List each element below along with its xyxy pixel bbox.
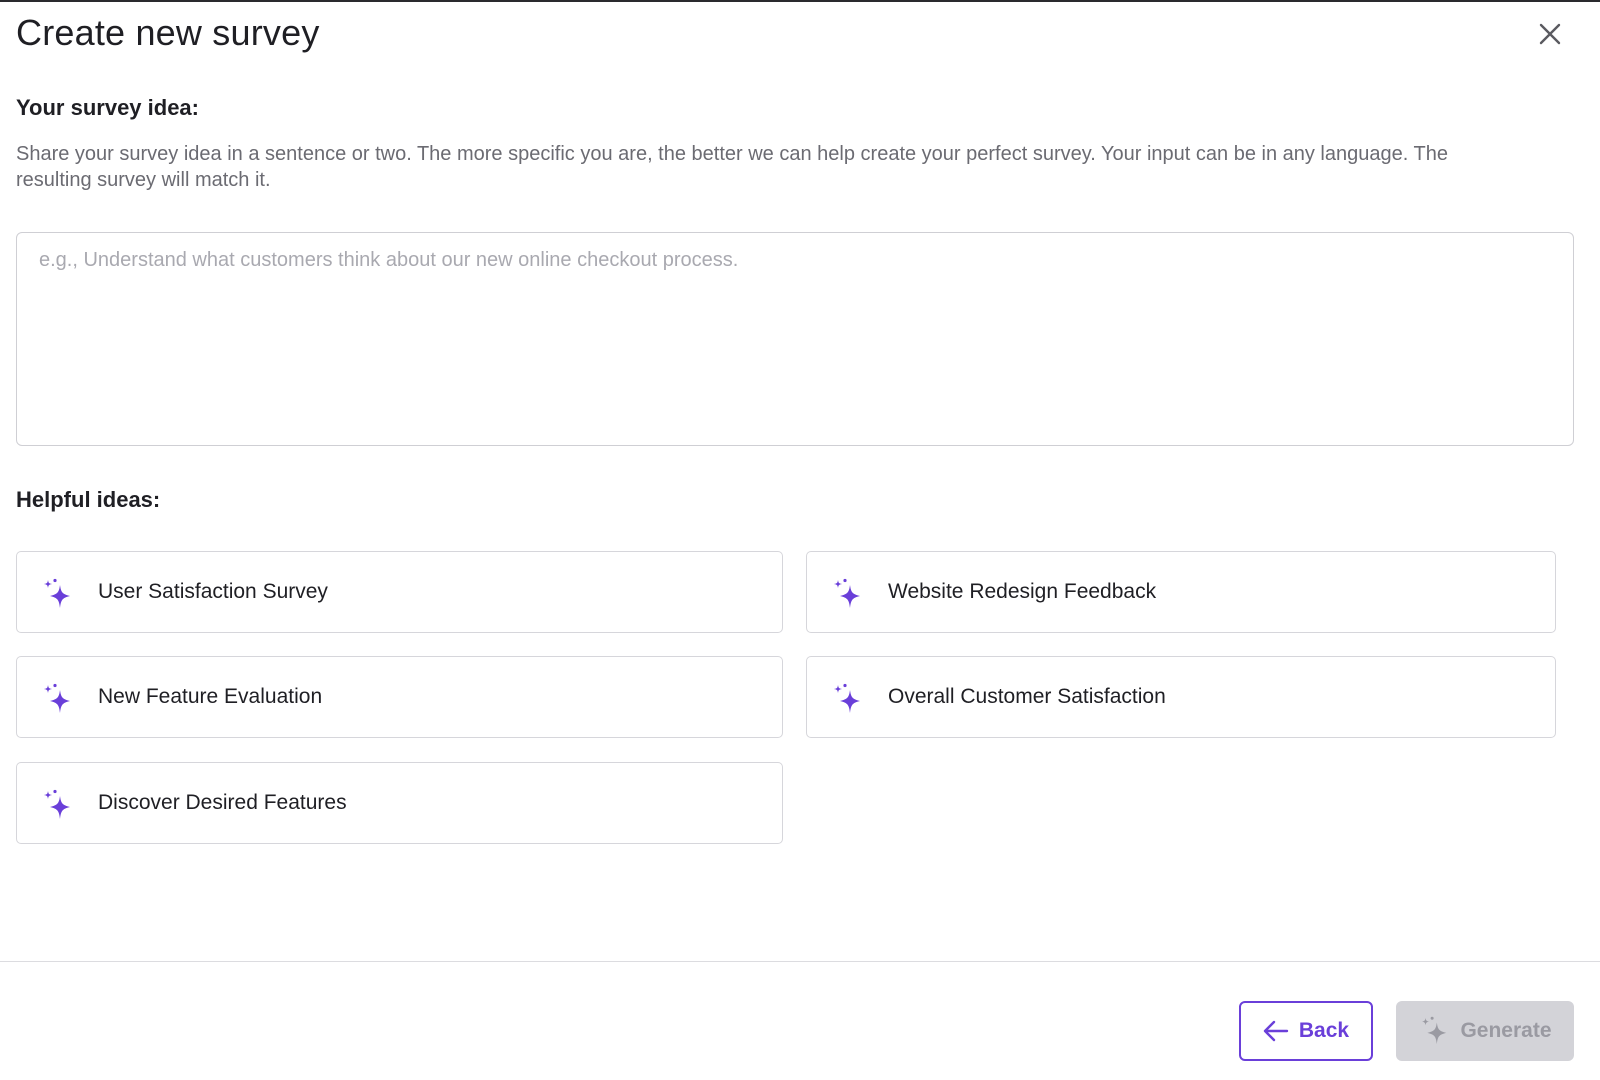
idea-card-desired-features[interactable]: Discover Desired Features bbox=[16, 762, 783, 844]
sparkles-icon bbox=[834, 578, 860, 608]
close-icon bbox=[1539, 23, 1561, 45]
generate-button-label: Generate bbox=[1460, 1019, 1552, 1042]
dialog-title: Create new survey bbox=[16, 12, 320, 53]
survey-idea-description: Share your survey idea in a sentence or … bbox=[16, 143, 1448, 191]
idea-card-label: User Satisfaction Survey bbox=[98, 580, 328, 603]
survey-idea-label: Your survey idea: bbox=[16, 95, 199, 120]
back-button-label: Back bbox=[1298, 1019, 1350, 1042]
idea-card-label: Website Redesign Feedback bbox=[888, 580, 1157, 603]
sparkles-icon bbox=[44, 683, 70, 713]
create-survey-dialog: Create new survey Your survey idea: Shar… bbox=[0, 0, 1600, 1080]
sparkles-icon bbox=[44, 789, 70, 819]
footer-divider bbox=[0, 961, 1600, 962]
sparkles-icon bbox=[834, 683, 860, 713]
back-button[interactable]: Back bbox=[1239, 1001, 1373, 1061]
idea-card-user-satisfaction[interactable]: User Satisfaction Survey bbox=[16, 551, 783, 633]
idea-card-label: Discover Desired Features bbox=[98, 791, 347, 814]
idea-card-label: Overall Customer Satisfaction bbox=[888, 685, 1166, 708]
survey-idea-input[interactable] bbox=[16, 232, 1574, 446]
arrow-left-icon bbox=[1263, 1020, 1289, 1042]
idea-card-website-redesign[interactable]: Website Redesign Feedback bbox=[806, 551, 1556, 633]
generate-button[interactable]: Generate bbox=[1396, 1001, 1574, 1061]
close-button[interactable] bbox=[1534, 18, 1566, 50]
idea-card-label: New Feature Evaluation bbox=[98, 685, 323, 708]
sparkles-icon bbox=[1422, 1016, 1447, 1045]
helpful-ideas-label: Helpful ideas: bbox=[16, 487, 161, 512]
idea-card-new-feature[interactable]: New Feature Evaluation bbox=[16, 656, 783, 738]
idea-card-customer-satisfaction[interactable]: Overall Customer Satisfaction bbox=[806, 656, 1556, 738]
sparkles-icon bbox=[44, 578, 70, 608]
